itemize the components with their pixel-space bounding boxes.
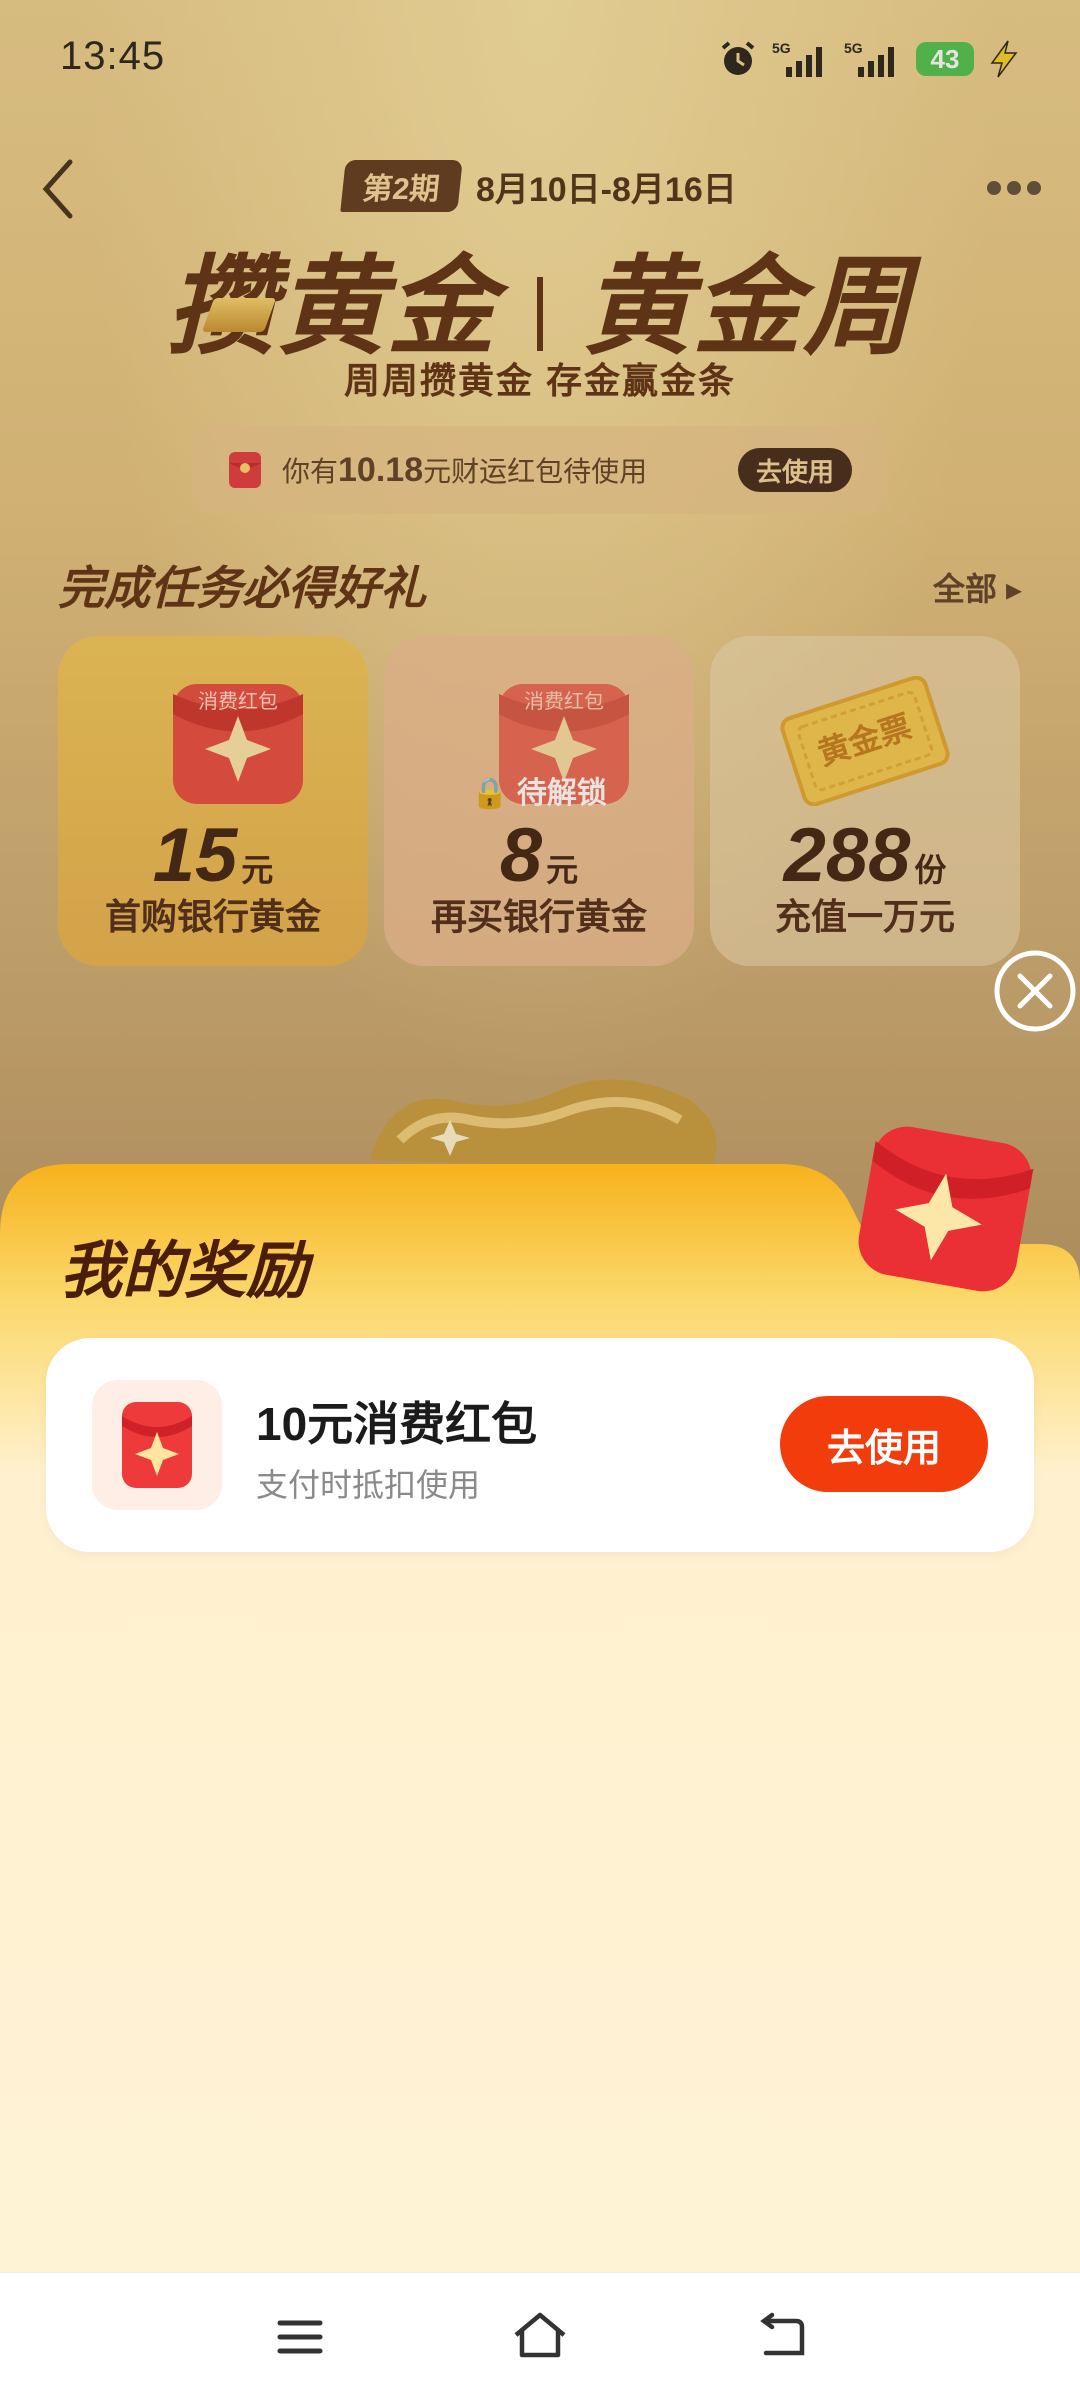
system-nav-bar — [0, 2272, 1080, 2401]
modal-overlay — [0, 0, 1080, 1280]
rewards-sheet: 我的奖励 10元消费红包 支付时抵扣使用 去使用 — [0, 1126, 1080, 2272]
sheet-background — [0, 1164, 1080, 2272]
reward-icon-box — [92, 1380, 222, 1510]
red-packet-icon — [858, 1126, 1034, 1292]
close-icon[interactable] — [992, 948, 1078, 1034]
sheet-title: 我的奖励 — [60, 1237, 309, 1306]
back-icon[interactable] — [756, 2311, 806, 2359]
use-reward-button[interactable]: 去使用 — [780, 1396, 988, 1492]
reward-name: 10元消费红包 — [256, 1398, 538, 1450]
home-icon[interactable] — [510, 2309, 570, 2361]
reward-description: 支付时抵扣使用 — [256, 1467, 481, 1503]
menu-icon[interactable] — [276, 2317, 324, 2357]
red-packet-icon — [122, 1402, 192, 1488]
reward-card: 10元消费红包 支付时抵扣使用 去使用 — [46, 1338, 1034, 1552]
